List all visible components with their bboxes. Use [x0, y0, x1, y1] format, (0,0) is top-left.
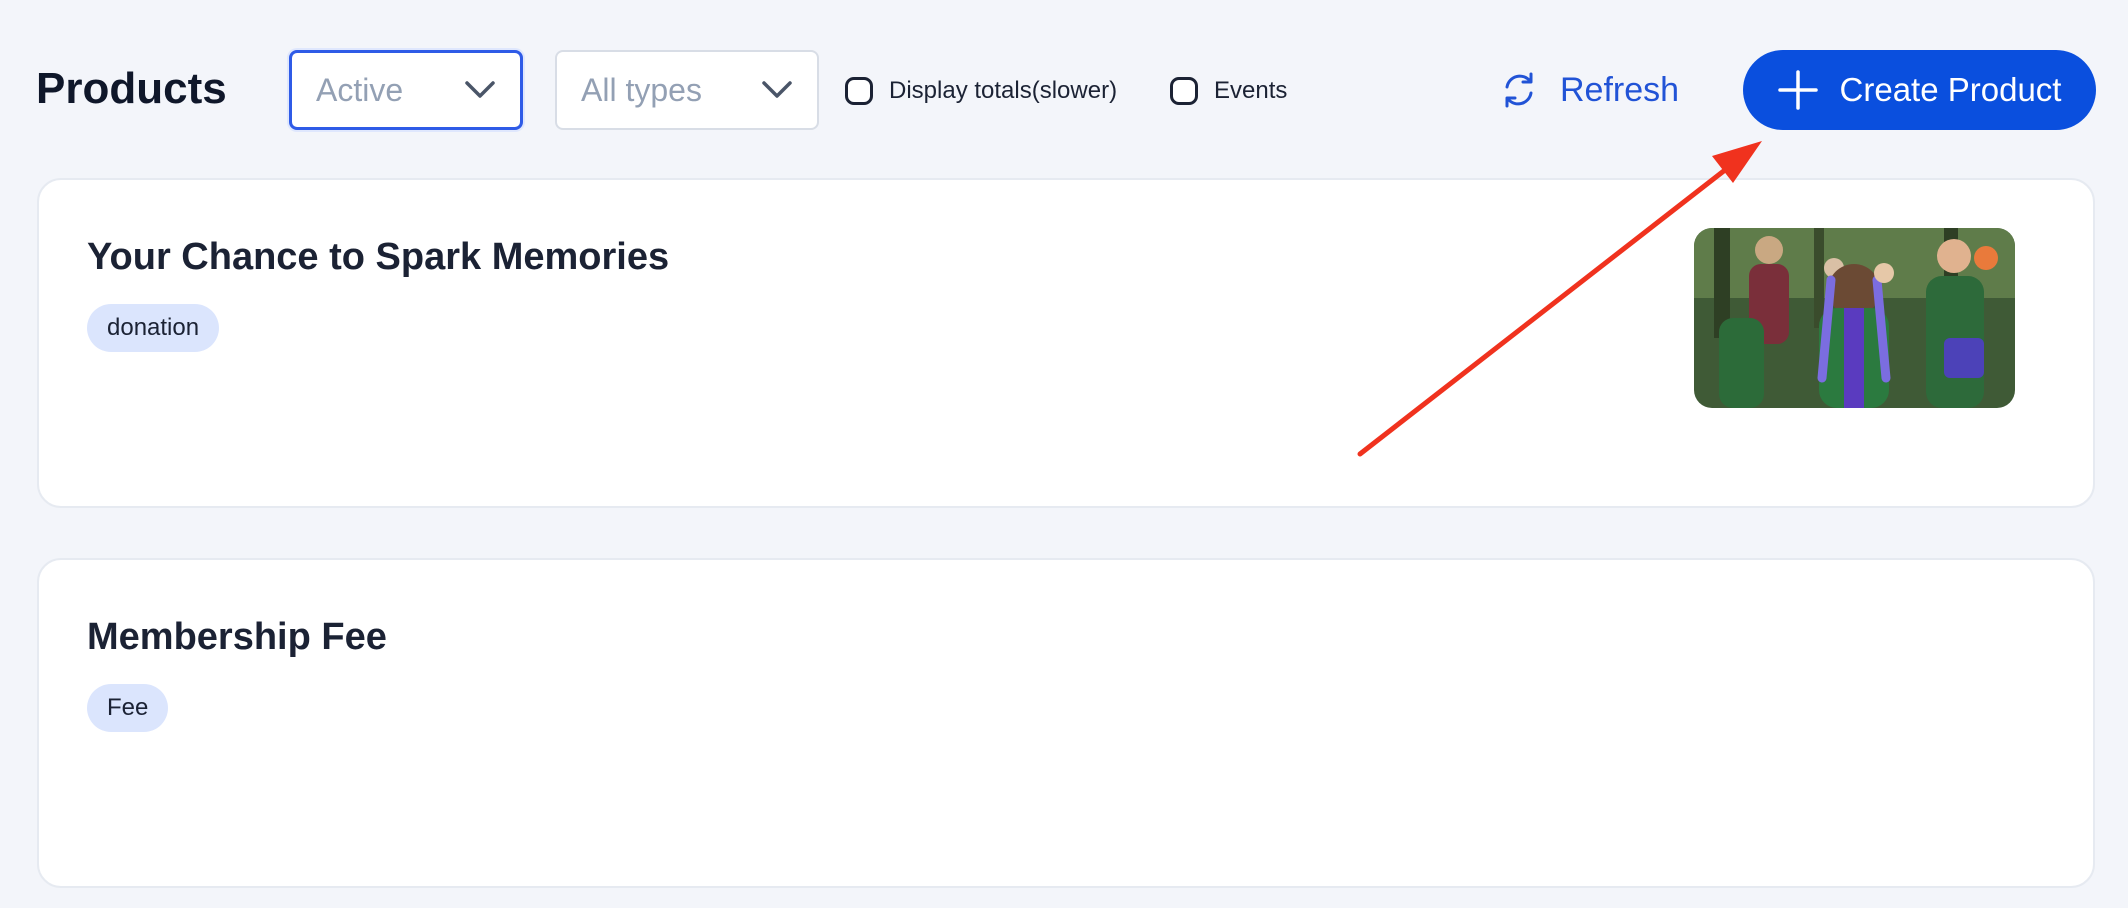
product-title: Membership Fee: [87, 616, 387, 658]
events-label: Events: [1214, 77, 1288, 104]
product-card[interactable]: Membership Fee Fee: [37, 558, 2095, 888]
plus-icon: [1777, 70, 1818, 110]
refresh-icon: [1505, 72, 1533, 108]
product-card[interactable]: Your Chance to Spark Memories donation: [37, 178, 2095, 508]
status-filter-select[interactable]: Active: [289, 50, 523, 130]
refresh-label: Refresh: [1560, 70, 1680, 109]
product-type-tag: donation: [87, 304, 220, 352]
type-filter-value: All types: [581, 71, 702, 108]
create-product-button[interactable]: Create Product: [1743, 50, 2096, 130]
status-filter-value: Active: [316, 71, 404, 108]
display-totals-label: Display totals(slower): [889, 77, 1118, 104]
events-checkbox[interactable]: [1170, 77, 1198, 105]
type-filter-select[interactable]: All types: [555, 50, 819, 130]
page-title: Products: [36, 64, 227, 113]
product-thumbnail: [1694, 228, 2015, 408]
refresh-button[interactable]: Refresh: [1500, 66, 1679, 114]
display-totals-checkbox[interactable]: [845, 77, 873, 105]
product-type-tag: Fee: [87, 684, 169, 732]
events-option[interactable]: Events: [1170, 74, 1287, 108]
chevron-down-icon: [465, 81, 495, 98]
chevron-down-icon: [762, 81, 792, 98]
display-totals-option[interactable]: Display totals(slower): [845, 74, 1117, 108]
product-title: Your Chance to Spark Memories: [87, 236, 670, 278]
photo-thumbnail-image: [1694, 228, 2015, 408]
create-product-label: Create Product: [1839, 71, 2062, 108]
